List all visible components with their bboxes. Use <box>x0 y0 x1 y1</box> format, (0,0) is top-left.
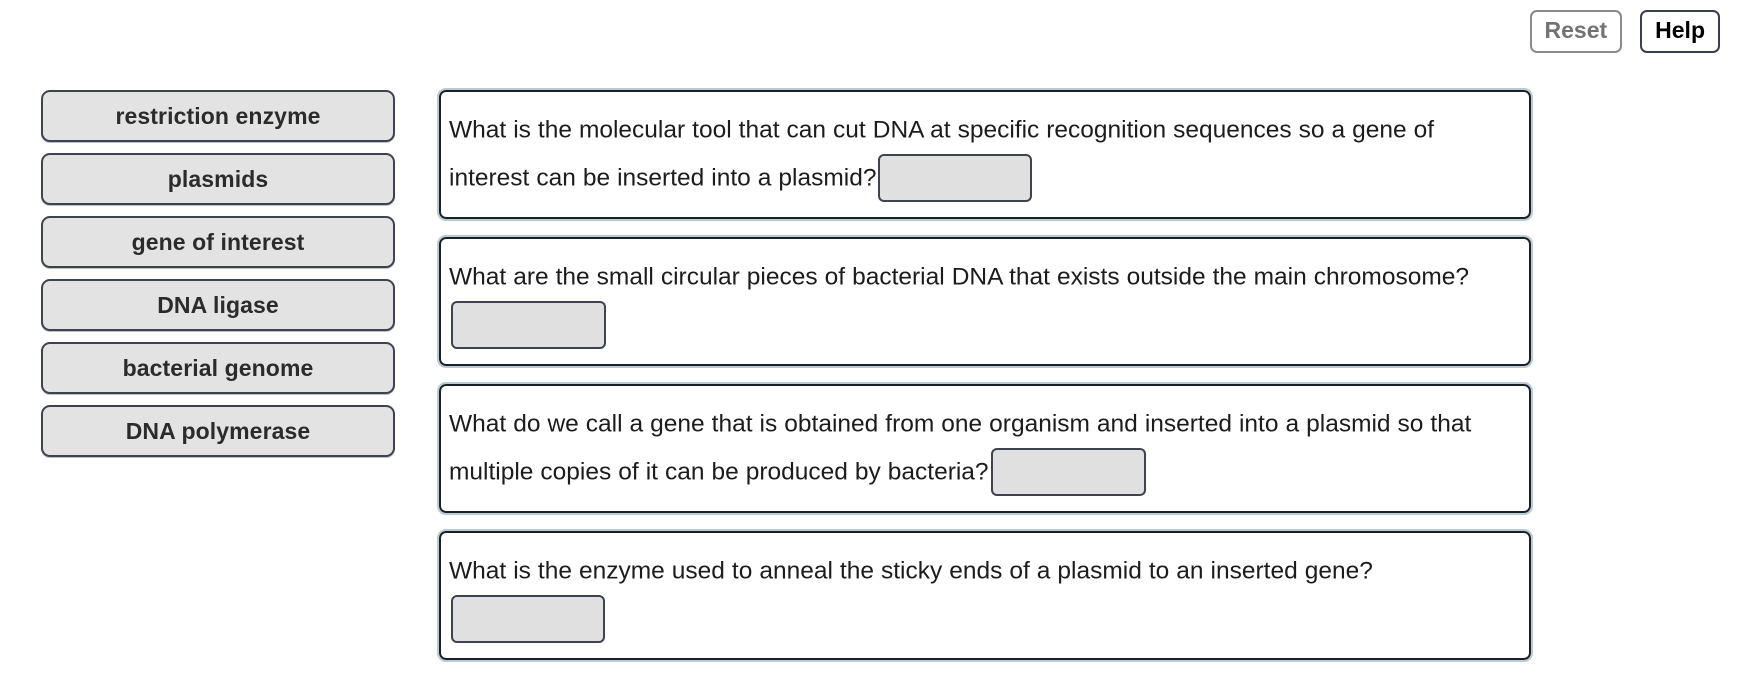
word-chip-label: gene of interest <box>131 228 305 255</box>
question-card-4: What is the enzyme used to anneal the st… <box>437 528 1533 662</box>
answer-dropzone-2[interactable] <box>451 300 606 349</box>
word-chip-dna-ligase[interactable]: DNA ligase <box>41 279 395 331</box>
word-chip-label: bacterial genome <box>122 354 314 381</box>
question-text-1: What is the molecular tool that can cut … <box>449 106 1513 203</box>
word-chip-plasmids[interactable]: plasmids <box>41 153 395 205</box>
reset-button[interactable]: Reset <box>1529 10 1623 53</box>
word-bank: restriction enzyme plasmids gene of inte… <box>41 90 395 468</box>
word-chip-gene-of-interest[interactable]: gene of interest <box>41 216 395 268</box>
word-chip-label: restriction enzyme <box>115 102 321 129</box>
question-prompt-3: What do we call a gene that is obtained … <box>449 410 1472 486</box>
word-chip-label: plasmids <box>167 165 269 192</box>
question-card-3: What do we call a gene that is obtained … <box>437 381 1533 515</box>
question-text-4: What is the enzyme used to anneal the st… <box>449 547 1513 644</box>
word-chip-label: DNA polymerase <box>125 417 311 444</box>
question-list: What is the molecular tool that can cut … <box>437 88 1533 678</box>
question-card-2: What are the small circular pieces of ba… <box>437 234 1533 368</box>
word-chip-restriction-enzyme[interactable]: restriction enzyme <box>41 90 395 142</box>
question-text-2: What are the small circular pieces of ba… <box>449 253 1513 350</box>
question-text-3: What do we call a gene that is obtained … <box>449 400 1513 497</box>
word-chip-bacterial-genome[interactable]: bacterial genome <box>41 342 395 394</box>
answer-dropzone-1[interactable] <box>878 153 1033 202</box>
word-chip-dna-polymerase[interactable]: DNA polymerase <box>41 405 395 457</box>
question-prompt-4: What is the enzyme used to anneal the st… <box>449 557 1373 585</box>
answer-dropzone-3[interactable] <box>990 447 1146 496</box>
help-button[interactable]: Help <box>1640 10 1720 53</box>
question-prompt-2: What are the small circular pieces of ba… <box>449 263 1469 291</box>
word-chip-label: DNA ligase <box>157 291 279 318</box>
question-card-1: What is the molecular tool that can cut … <box>437 88 1533 221</box>
toolbar: Reset Help <box>1529 10 1720 53</box>
answer-dropzone-4[interactable] <box>451 594 605 643</box>
